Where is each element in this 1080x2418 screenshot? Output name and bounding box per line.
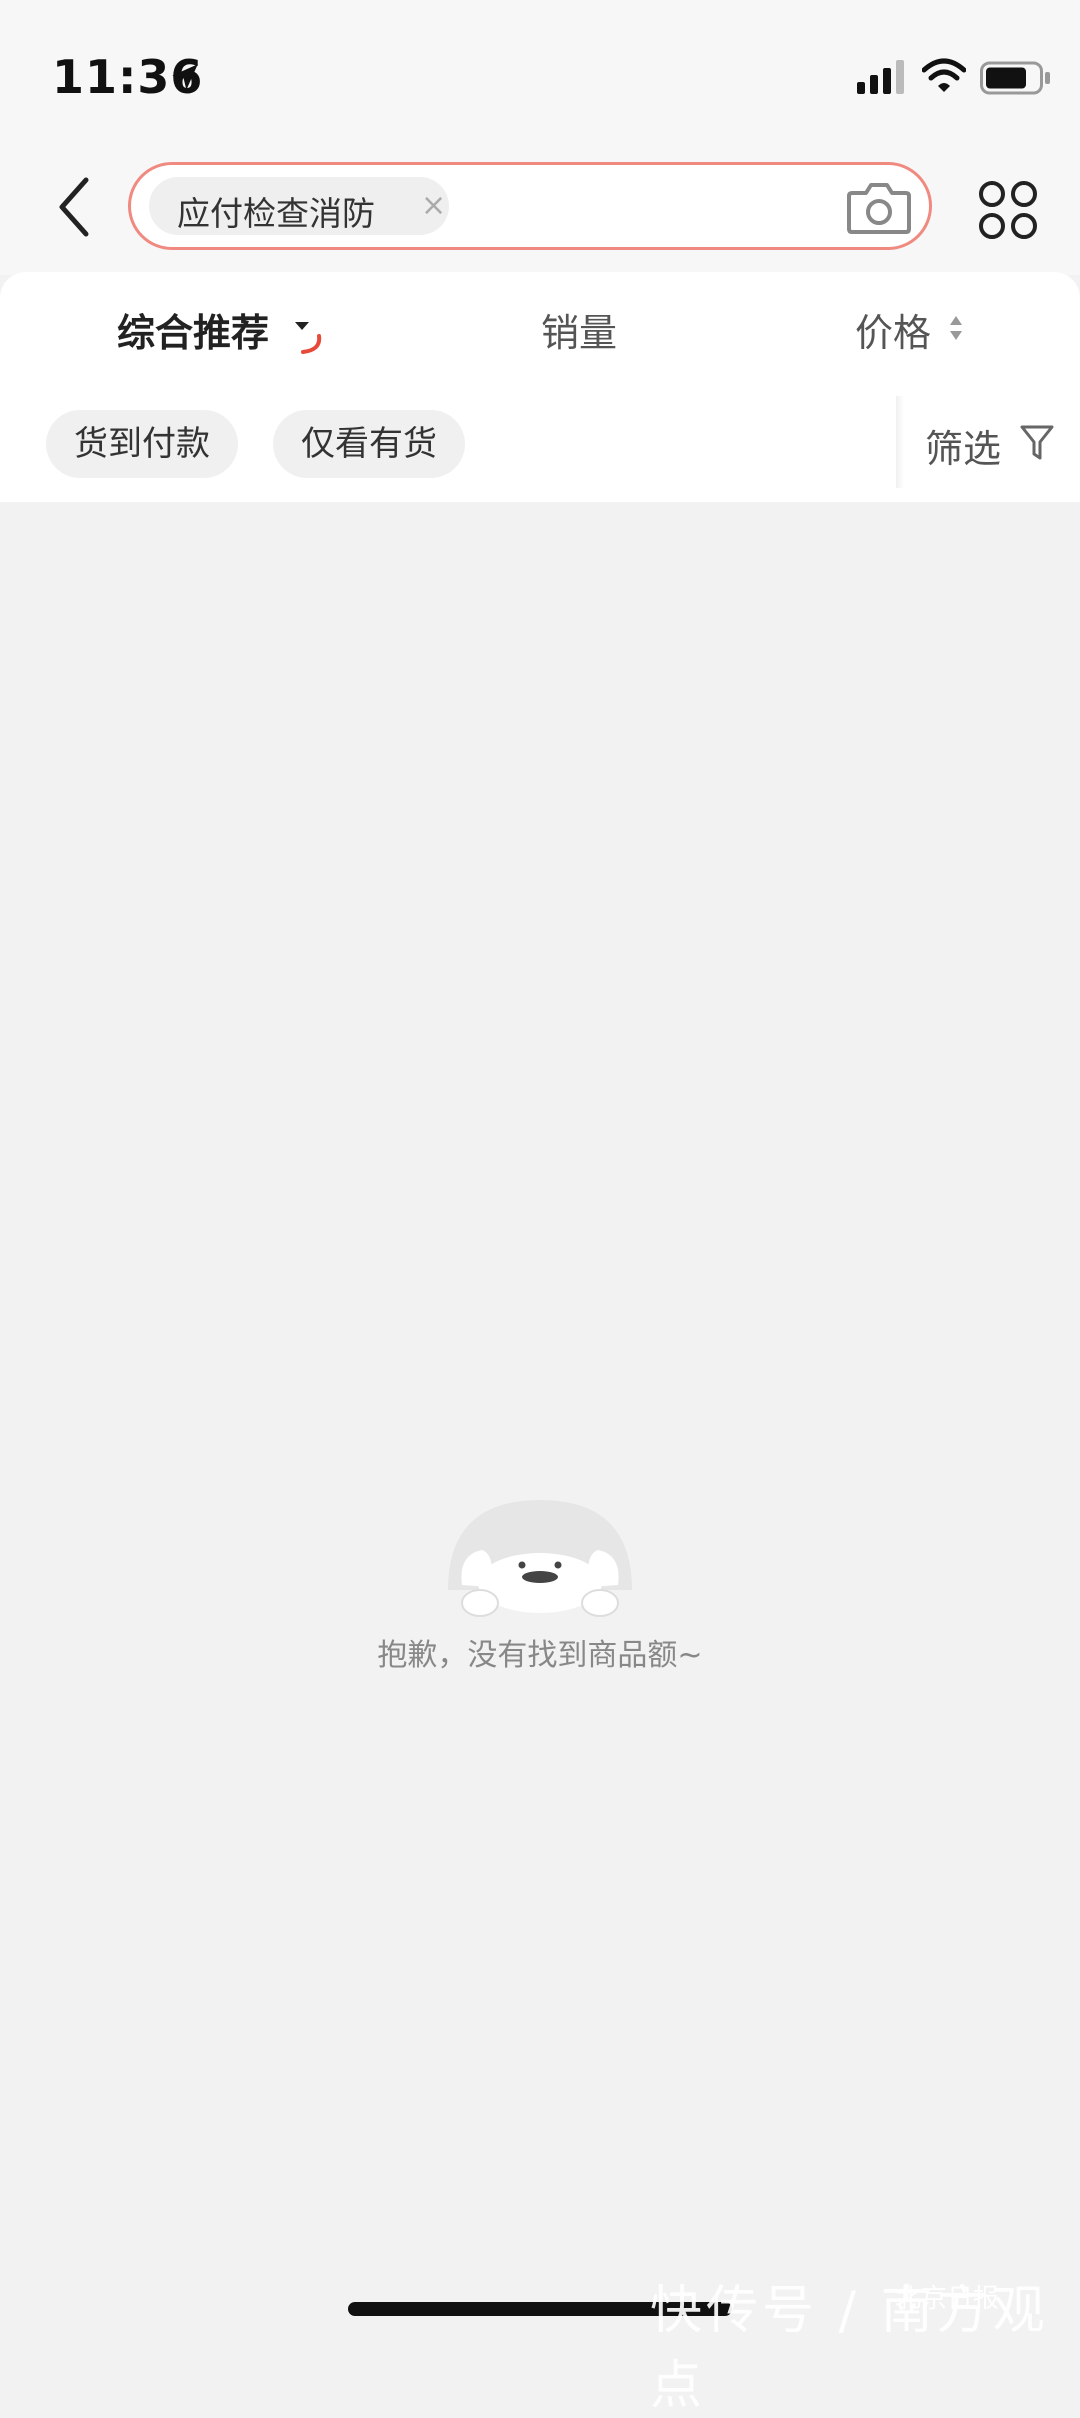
search-keyword-tag[interactable]: 应付检查消防 ×	[149, 177, 449, 235]
tab-comprehensive[interactable]: 综合推荐	[117, 302, 269, 357]
clear-keyword-icon[interactable]: ×	[421, 191, 446, 221]
chip-cash-on-delivery[interactable]: 货到付款	[46, 410, 238, 478]
tab-price[interactable]: 价格	[855, 302, 931, 357]
filter-row: 货到付款 仅看有货 筛选	[0, 384, 1080, 502]
active-tab-indicator	[301, 334, 322, 354]
search-keyword-text: 应付检查消防	[177, 194, 375, 233]
cellular-signal-icon	[857, 60, 904, 94]
search-header: 应付检查消防 ×	[0, 150, 1080, 275]
location-arrow-icon	[172, 64, 198, 90]
watermark-source: 北京日报	[895, 2284, 1000, 2314]
watermark-text: 快传号 / 南方观点	[650, 2281, 1049, 2416]
wifi-icon	[922, 58, 966, 92]
empty-dog-illustration	[448, 1500, 632, 1617]
funnel-icon[interactable]	[1020, 424, 1054, 462]
back-chevron-icon[interactable]	[50, 172, 100, 242]
filter-divider	[896, 396, 904, 488]
camera-icon[interactable]	[846, 181, 912, 235]
sort-bar: 综合推荐 销量 价格	[0, 272, 1080, 384]
battery-icon	[980, 61, 1050, 95]
chip-in-stock-only[interactable]: 仅看有货	[273, 410, 465, 478]
tab-sales[interactable]: 销量	[541, 302, 617, 357]
sort-arrows-icon	[950, 316, 962, 340]
empty-state-message: 抱歉，没有找到商品额~	[377, 1638, 703, 1673]
status-bar: 11:36	[0, 0, 1080, 150]
grid-menu-icon[interactable]	[978, 180, 1038, 240]
search-input[interactable]: 应付检查消防 ×	[128, 162, 932, 250]
filter-button[interactable]: 筛选	[925, 418, 1001, 473]
dropdown-arrow-icon	[295, 322, 309, 330]
